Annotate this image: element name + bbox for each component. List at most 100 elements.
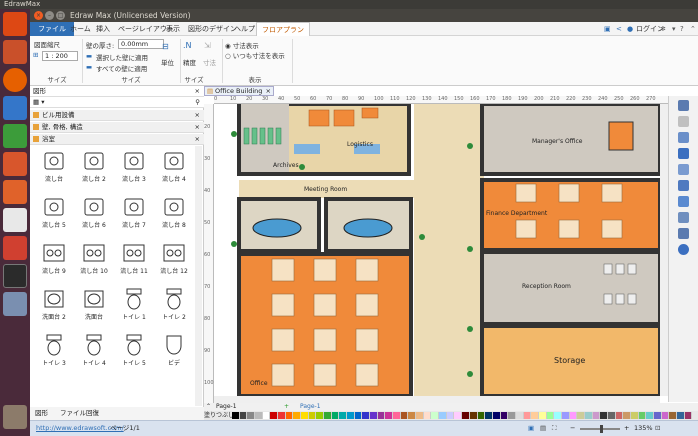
close-icon[interactable]: ×: [195, 122, 200, 133]
layers-icon[interactable]: [678, 164, 689, 175]
drawing-canvas[interactable]: Logistics Archives Meeting Room Manager'…: [214, 104, 660, 396]
color-swatch[interactable]: [508, 412, 516, 419]
close-icon[interactable]: ×: [195, 110, 200, 121]
shape-item[interactable]: 流し台 6: [74, 196, 114, 240]
color-swatch[interactable]: [615, 412, 624, 419]
color-swatch[interactable]: [362, 412, 371, 419]
color-swatch[interactable]: [623, 412, 631, 419]
color-swatch[interactable]: [454, 412, 463, 419]
apply-selected-button[interactable]: 選択した壁に適用: [96, 52, 148, 62]
shape-item[interactable]: 流し台 10: [74, 242, 114, 286]
fullscreen-icon[interactable]: ⛶: [552, 421, 557, 436]
close-icon[interactable]: ×: [195, 86, 200, 97]
fit-width-icon[interactable]: ▤: [540, 421, 546, 436]
color-swatch[interactable]: [531, 412, 539, 419]
fit-window-icon[interactable]: ⊡: [655, 421, 660, 436]
page-collapse-icon[interactable]: ⌃: [206, 403, 211, 411]
shape-item[interactable]: 流し台 3: [114, 150, 154, 194]
wall-thickness-input[interactable]: 0.00mm: [118, 39, 164, 49]
zoom-in-icon[interactable]: +: [624, 421, 629, 436]
comment-icon[interactable]: [678, 228, 689, 239]
tab-floor-plan[interactable]: フロアプラン: [256, 22, 310, 36]
scale-select[interactable]: 1 : 200: [42, 51, 78, 61]
color-swatch[interactable]: [600, 412, 608, 419]
color-swatch[interactable]: [270, 412, 279, 419]
color-swatch[interactable]: [546, 412, 555, 419]
settings-icon[interactable]: [3, 236, 27, 260]
color-swatch[interactable]: [462, 412, 470, 419]
save-icon[interactable]: ▣: [604, 22, 611, 36]
color-swatch[interactable]: [646, 412, 654, 419]
software-center-icon[interactable]: [3, 180, 27, 204]
firefox-icon[interactable]: [3, 68, 27, 92]
color-swatch[interactable]: [538, 412, 547, 419]
color-swatch[interactable]: [607, 412, 616, 419]
format-panel-icon[interactable]: [678, 100, 689, 111]
color-swatch[interactable]: [339, 412, 348, 419]
units-button[interactable]: 単位: [161, 57, 174, 67]
amazon-icon[interactable]: [3, 208, 27, 232]
shape-item[interactable]: トイレ 5: [114, 334, 154, 378]
image-icon[interactable]: [678, 148, 689, 159]
color-swatch[interactable]: [523, 412, 532, 419]
fit-page-icon[interactable]: ▣: [528, 421, 534, 436]
apply-all-button[interactable]: すべての壁に適用: [96, 63, 147, 73]
color-swatch[interactable]: [278, 412, 286, 419]
precision-button[interactable]: 精度: [183, 57, 196, 67]
edraw-icon[interactable]: [3, 292, 27, 316]
color-swatch[interactable]: [308, 412, 317, 419]
color-swatch[interactable]: [684, 412, 693, 419]
panel-scrollbar[interactable]: [195, 146, 202, 406]
color-swatch[interactable]: [232, 412, 240, 419]
color-swatch[interactable]: [554, 412, 562, 419]
ubuntu-logo-icon[interactable]: [3, 12, 27, 36]
shadow-icon[interactable]: [678, 132, 689, 143]
category-walls[interactable]: 壁, 骨格, 構造 ×: [30, 122, 204, 133]
color-swatch[interactable]: [676, 412, 685, 419]
user-icon[interactable]: ●: [627, 22, 633, 36]
color-swatch[interactable]: [638, 412, 647, 419]
files-icon[interactable]: [3, 40, 27, 64]
zoom-slider-thumb[interactable]: [600, 425, 603, 433]
tab-shapes[interactable]: 図形: [35, 407, 48, 420]
collapse-ribbon-icon[interactable]: ⌃: [690, 22, 696, 36]
color-swatch[interactable]: [477, 412, 486, 419]
shape-item[interactable]: 流し台: [34, 150, 74, 194]
properties-icon[interactable]: [678, 196, 689, 207]
help-icon[interactable]: [678, 244, 689, 255]
shape-item[interactable]: ビデ: [154, 334, 194, 378]
shape-item[interactable]: 流し台 11: [114, 242, 154, 286]
close-icon[interactable]: ×: [195, 134, 200, 145]
color-swatch[interactable]: [316, 412, 325, 419]
close-icon[interactable]: ×: [266, 87, 271, 95]
vertical-scrollbar[interactable]: [660, 104, 668, 396]
shape-item[interactable]: 洗面台 2: [34, 288, 74, 332]
color-swatch[interactable]: [293, 412, 302, 419]
category-building-equipment[interactable]: ビル用設備 ×: [30, 110, 204, 121]
shape-item[interactable]: トイレ 2: [154, 288, 194, 332]
shape-item[interactable]: 流し台 9: [34, 242, 74, 286]
color-swatch[interactable]: [584, 412, 593, 419]
color-swatch[interactable]: [661, 412, 670, 419]
color-swatch[interactable]: [239, 412, 248, 419]
tab-shape-design[interactable]: 図形のデザイン: [188, 22, 237, 36]
zoom-out-icon[interactable]: −: [570, 421, 575, 436]
color-swatch[interactable]: [431, 412, 440, 419]
shape-item[interactable]: トイレ 3: [34, 334, 74, 378]
shape-item[interactable]: 流し台 2: [74, 150, 114, 194]
help-icon[interactable]: ?: [680, 22, 684, 36]
tab-home[interactable]: ホーム: [70, 22, 91, 36]
color-swatch[interactable]: [569, 412, 578, 419]
page-icon[interactable]: [678, 180, 689, 191]
shape-search[interactable]: ▦ ▾ ⚲: [30, 97, 204, 108]
writer-icon[interactable]: [3, 96, 27, 120]
tab-help[interactable]: ヘルプ: [234, 22, 255, 36]
trash-icon[interactable]: [3, 405, 27, 429]
color-swatch[interactable]: [393, 412, 401, 419]
terminal-icon[interactable]: [3, 264, 27, 288]
color-swatch[interactable]: [354, 412, 363, 419]
color-swatch[interactable]: [485, 412, 493, 419]
data-icon[interactable]: [678, 212, 689, 223]
tab-view[interactable]: 表示: [166, 22, 180, 36]
calc-icon[interactable]: [3, 124, 27, 148]
